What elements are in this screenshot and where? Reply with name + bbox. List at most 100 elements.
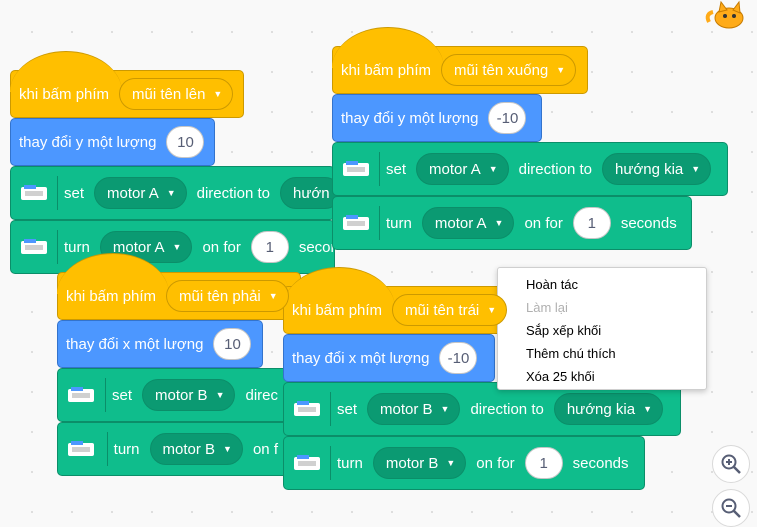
motor-extension-icon: [292, 446, 331, 480]
hat-block-when-key-pressed[interactable]: khi bấm phím mũi tên trái ▼: [283, 267, 515, 334]
direction-dropdown[interactable]: hướng kia ▼: [602, 153, 712, 185]
motor-dropdown[interactable]: motor B ▼: [367, 393, 461, 425]
change-y-block[interactable]: thay đổi y một lượng 10: [10, 118, 215, 166]
change-x-block[interactable]: thay đổi x một lượng 10: [57, 320, 263, 368]
chevron-down-icon: ▼: [268, 291, 278, 301]
key-dropdown[interactable]: mũi tên xuống ▼: [441, 54, 577, 86]
set-label: set: [112, 386, 133, 404]
change-y-value-input[interactable]: -10: [488, 102, 527, 134]
motor-dropdown[interactable]: motor B ▼: [372, 447, 467, 479]
script-up-arrow[interactable]: khi bấm phím mũi tên lên ▼ thay đổi y một…: [10, 51, 341, 274]
direction-to-label: direction to: [518, 160, 592, 178]
seconds-value-input[interactable]: 1: [524, 447, 563, 479]
context-menu: Hoàn tác Làm lại Sắp xếp khối Thêm chú t…: [497, 267, 707, 390]
menu-item-add-comment[interactable]: Thêm chú thích: [498, 342, 706, 365]
key-dropdown-value: mũi tên phải: [179, 287, 261, 305]
turn-label: turn: [386, 214, 412, 232]
key-dropdown[interactable]: mũi tên lên ▼: [119, 78, 234, 110]
motor-dropdown-value: motor B: [155, 386, 208, 404]
zoom-in-button[interactable]: [712, 445, 750, 483]
hat-label: khi bấm phím: [19, 85, 110, 103]
motor-extension-icon: [66, 378, 107, 412]
chevron-down-icon: ▼: [446, 458, 456, 468]
key-dropdown[interactable]: mũi tên trái ▼: [392, 294, 508, 326]
motor-extension-icon: [19, 176, 58, 210]
script-down-arrow[interactable]: khi bấm phím mũi tên xuống ▼ thay đổi y m…: [332, 27, 728, 250]
on-for-label: on for: [202, 238, 241, 256]
set-motor-direction-block[interactable]: set motor B ▼ direc: [57, 368, 297, 422]
hat-block-when-key-pressed[interactable]: khi bấm phím mũi tên xuống ▼: [332, 27, 588, 94]
hat-label: khi bấm phím: [66, 287, 157, 305]
chevron-down-icon: ▼: [215, 390, 225, 400]
change-x-block[interactable]: thay đổi x một lượng -10: [283, 334, 495, 382]
set-label: set: [386, 160, 407, 178]
motor-extension-icon: [341, 206, 380, 240]
direction-to-label: direction to: [196, 184, 270, 202]
turn-motor-block[interactable]: turn motor A ▼ on for 1 seconds: [332, 196, 692, 250]
motor-extension-icon: [19, 230, 58, 264]
motor-extension-icon: [66, 432, 108, 466]
on-for-label: on for: [476, 454, 515, 472]
hat-label: khi bấm phím: [341, 61, 432, 79]
key-dropdown[interactable]: mũi tên phải ▼: [166, 280, 289, 312]
chevron-down-icon: ▼: [691, 164, 701, 174]
seconds-label: seconds: [620, 214, 677, 232]
motor-dropdown[interactable]: motor B ▼: [142, 379, 236, 411]
key-dropdown-value: mũi tên lên: [132, 85, 206, 103]
motor-dropdown[interactable]: motor A ▼: [94, 177, 187, 209]
change-y-value-input[interactable]: 10: [166, 126, 205, 158]
set-motor-direction-block[interactable]: set motor A ▼ direction to hướng kia ▼: [332, 142, 728, 196]
change-y-label: thay đổi y một lượng: [19, 133, 157, 151]
zoom-out-icon: [721, 498, 741, 518]
key-dropdown-value: mũi tên trái: [405, 301, 480, 319]
zoom-out-button[interactable]: [712, 489, 750, 527]
motor-dropdown-value: motor B: [162, 440, 216, 458]
motor-extension-icon: [292, 392, 331, 426]
motor-dropdown[interactable]: motor A ▼: [421, 207, 515, 239]
change-x-value-input[interactable]: -10: [439, 342, 478, 374]
turn-motor-block[interactable]: turn motor B ▼ on for 1 seconds: [283, 436, 645, 490]
direction-dropdown-value: hướng kia: [566, 400, 636, 418]
chevron-down-icon: ▼: [223, 444, 232, 454]
chevron-down-icon: ▼: [556, 65, 566, 75]
key-dropdown-value: mũi tên xuống: [454, 61, 549, 79]
motor-extension-icon: [341, 152, 380, 186]
cat-sprite-icon: [703, 0, 751, 30]
chevron-down-icon: ▼: [213, 89, 223, 99]
chevron-down-icon: ▼: [172, 242, 182, 252]
motor-dropdown-value: motor B: [380, 400, 433, 418]
hat-label: khi bấm phím: [292, 301, 383, 319]
hat-block-when-key-pressed[interactable]: khi bấm phím mũi tên lên ▼: [10, 51, 244, 118]
chevron-down-icon: ▼: [440, 404, 450, 414]
zoom-in-icon: [721, 454, 741, 474]
motor-dropdown[interactable]: motor A ▼: [416, 153, 509, 185]
chevron-down-icon: ▼: [643, 404, 652, 414]
script-right-arrow[interactable]: khi bấm phím mũi tên phải ▼ thay đổi x mộ…: [57, 253, 301, 476]
chevron-down-icon: ▼: [166, 188, 176, 198]
set-label: set: [337, 400, 358, 418]
motor-dropdown-value: motor A: [107, 184, 159, 202]
on-for-label: on for: [524, 214, 563, 232]
turn-motor-block[interactable]: turn motor B ▼ on f: [57, 422, 297, 476]
seconds-value-input[interactable]: 1: [572, 207, 611, 239]
menu-item-undo[interactable]: Hoàn tác: [498, 273, 706, 296]
turn-label: turn: [64, 238, 90, 256]
hat-block-when-key-pressed[interactable]: khi bấm phím mũi tên phải ▼: [57, 253, 301, 320]
on-for-label: on f: [252, 440, 278, 458]
change-y-block[interactable]: thay đổi y một lượng -10: [332, 94, 542, 142]
direction-to-label: direction to: [470, 400, 544, 418]
direction-dropdown[interactable]: hướng kia ▼: [553, 393, 663, 425]
change-x-label: thay đổi x một lượng: [292, 349, 430, 367]
menu-item-delete-blocks[interactable]: Xóa 25 khối: [498, 365, 706, 388]
set-motor-direction-block[interactable]: set motor B ▼ direction to hướng kia ▼: [283, 382, 681, 436]
menu-item-clean-up-blocks[interactable]: Sắp xếp khối: [498, 319, 706, 342]
direction-dropdown-value: hướng kia: [615, 160, 684, 178]
motor-dropdown-value: motor A: [434, 214, 487, 232]
chevron-down-icon: ▼: [494, 218, 504, 228]
change-x-value-input[interactable]: 10: [213, 328, 252, 360]
turn-label: turn: [113, 440, 140, 458]
set-motor-direction-block[interactable]: set motor A ▼ direction to hướn: [10, 166, 341, 220]
direction-to-label: direc: [245, 386, 278, 404]
motor-dropdown[interactable]: motor B ▼: [149, 433, 243, 465]
set-label: set: [64, 184, 85, 202]
